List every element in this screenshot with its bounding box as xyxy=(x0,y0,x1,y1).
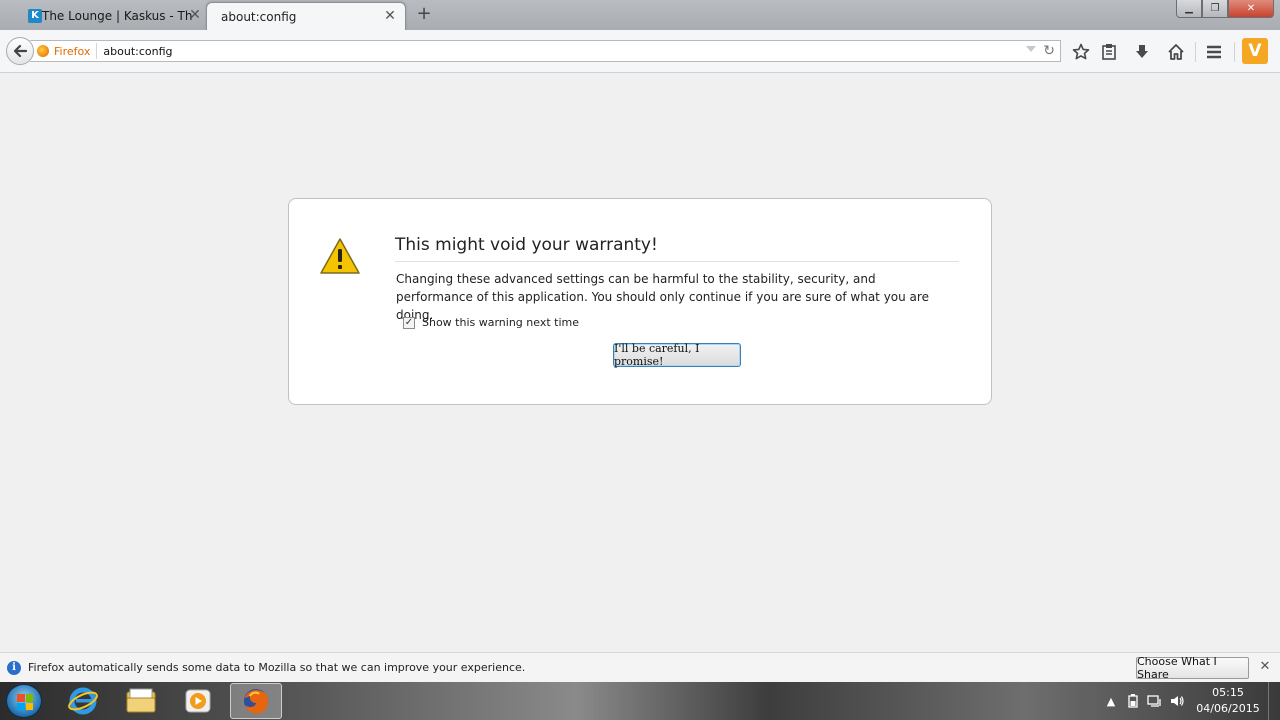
tab-kaskus[interactable]: K The Lounge | Kaskus - The ... ✕ xyxy=(4,2,210,30)
tab-title: The Lounge | Kaskus - The ... xyxy=(42,9,192,23)
clock-date: 04/06/2015 xyxy=(1196,702,1260,715)
warning-title: This might void your warranty! xyxy=(395,235,959,262)
show-warning-option[interactable]: ✓ Show this warning next time xyxy=(403,316,579,329)
taskbar-clock[interactable]: 05:15 04/06/2015 xyxy=(1196,685,1260,717)
minimize-icon[interactable]: ▁ xyxy=(1176,0,1202,18)
url-text[interactable]: about:config xyxy=(103,45,172,58)
new-tab-icon[interactable]: + xyxy=(416,5,432,23)
notification-text: Firefox automatically sends some data to… xyxy=(28,661,526,674)
windows-logo-icon xyxy=(17,694,33,710)
show-warning-label[interactable]: Show this warning next time xyxy=(422,316,579,329)
bookmarks-menu-icon[interactable] xyxy=(1098,41,1120,63)
download-icon[interactable] xyxy=(1131,41,1153,63)
tab-about-config[interactable]: about:config ✕ xyxy=(206,2,406,30)
navigation-toolbar: Firefox about:config ↻ V xyxy=(0,30,1280,73)
data-reporting-notification: i Firefox automatically sends some data … xyxy=(0,652,1280,682)
choose-what-i-share-button[interactable]: Choose What I Share xyxy=(1136,655,1249,681)
taskbar-firefox[interactable] xyxy=(230,683,282,719)
info-icon: i xyxy=(7,661,21,675)
volume-icon[interactable] xyxy=(1166,694,1188,708)
system-tray: ▲ xyxy=(1100,682,1188,720)
close-notification-icon[interactable]: ✕ xyxy=(1258,660,1272,674)
firefox-icon xyxy=(244,689,269,714)
internet-explorer-icon xyxy=(68,687,98,715)
kaskus-favicon-icon: K xyxy=(28,9,42,23)
network-icon[interactable] xyxy=(1144,694,1166,708)
show-desktop-button[interactable] xyxy=(1268,682,1280,720)
page-content: This might void your warranty! Changing … xyxy=(0,74,1280,652)
toolbar-separator xyxy=(1234,42,1235,62)
battery-icon[interactable] xyxy=(1122,694,1144,708)
url-bar[interactable]: Firefox about:config ↻ xyxy=(30,40,1061,62)
folder-icon xyxy=(126,688,156,713)
reload-icon[interactable]: ↻ xyxy=(1043,43,1055,59)
toolbar-separator xyxy=(1195,42,1196,62)
start-button[interactable] xyxy=(6,684,42,718)
show-hidden-icons-icon[interactable]: ▲ xyxy=(1100,695,1122,708)
taskbar-media-player[interactable] xyxy=(172,683,224,719)
tab-close-icon[interactable]: ✕ xyxy=(383,9,397,23)
bookmark-star-icon[interactable] xyxy=(1070,41,1092,63)
hamburger-menu-icon[interactable] xyxy=(1203,41,1225,63)
identity-label: Firefox xyxy=(54,44,91,58)
tab-title: about:config xyxy=(221,9,297,24)
clock-time: 05:15 xyxy=(1212,686,1244,699)
taskbar-internet-explorer[interactable] xyxy=(57,683,109,719)
media-player-icon xyxy=(185,689,211,713)
firefox-icon xyxy=(37,45,49,57)
show-warning-checkbox[interactable]: ✓ xyxy=(403,316,415,329)
accept-risk-button[interactable]: I'll be careful, I promise! xyxy=(613,342,741,368)
back-button[interactable] xyxy=(6,37,34,65)
maximize-icon[interactable]: ❐ xyxy=(1202,0,1228,18)
window-controls: ▁ ❐ ✕ xyxy=(1176,0,1274,18)
warning-triangle-icon xyxy=(320,238,360,274)
windows-taskbar: ▲ 05:15 04/06/2015 xyxy=(0,682,1280,720)
extension-v-icon[interactable]: V xyxy=(1242,38,1268,64)
home-icon[interactable] xyxy=(1165,41,1187,63)
taskbar-windows-explorer[interactable] xyxy=(115,683,167,719)
warning-dialog: This might void your warranty! Changing … xyxy=(288,198,992,405)
close-window-icon[interactable]: ✕ xyxy=(1228,0,1274,18)
back-arrow-icon xyxy=(13,44,28,58)
history-dropdown-icon[interactable] xyxy=(1026,46,1036,52)
identity-box[interactable]: Firefox xyxy=(30,43,98,59)
tab-close-icon[interactable]: ✕ xyxy=(188,8,202,22)
tab-strip: K The Lounge | Kaskus - The ... ✕ about:… xyxy=(0,0,1280,30)
